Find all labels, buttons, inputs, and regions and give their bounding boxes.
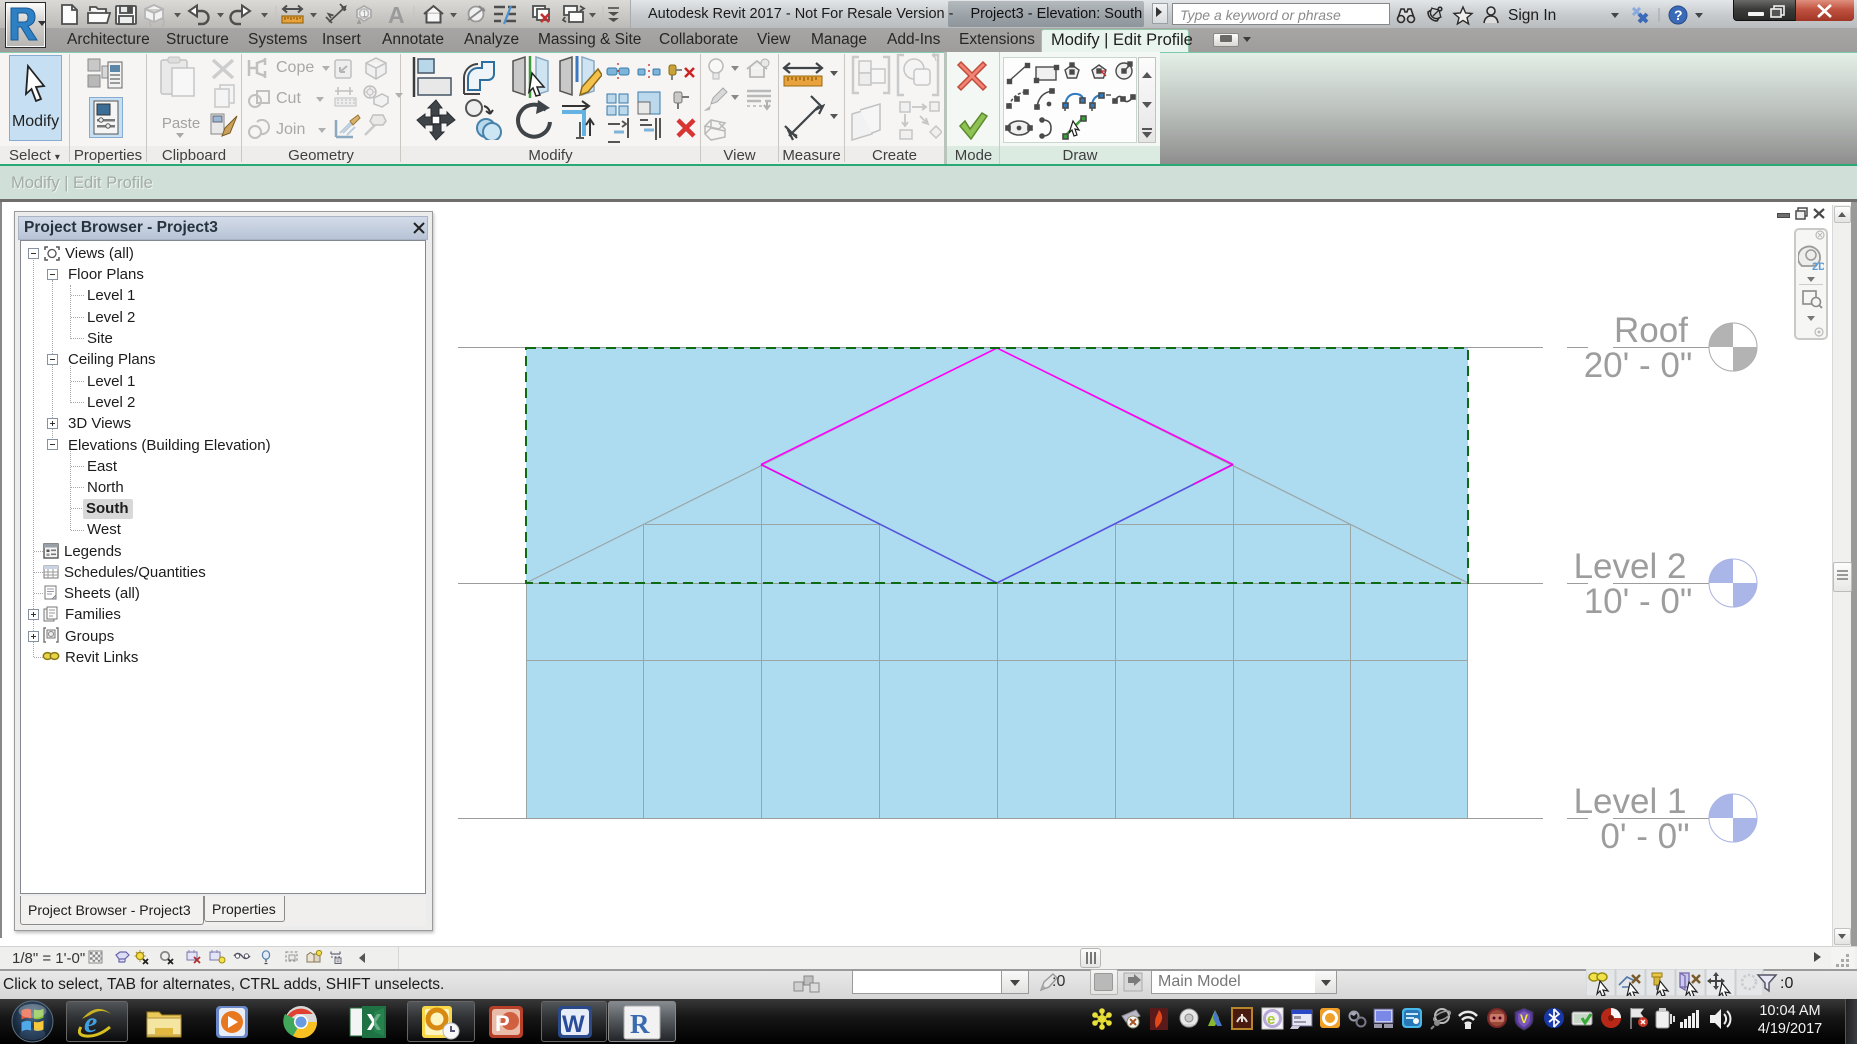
svg-text:20' - 0": 20' - 0" — [1584, 346, 1693, 385]
svg-text:W: W — [562, 1011, 585, 1038]
svg-text:e: e — [1267, 1011, 1275, 1028]
svg-text:1: 1 — [362, 9, 367, 19]
svg-text:Roof: Roof — [1614, 311, 1688, 350]
svg-text:R: R — [630, 1009, 650, 1039]
svg-text:10' - 0": 10' - 0" — [1584, 582, 1693, 621]
svg-text:V: V — [1520, 1012, 1528, 1026]
svg-text:Sign In: Sign In — [1508, 7, 1556, 24]
svg-text:?: ? — [1674, 7, 1683, 23]
svg-text:Level 2: Level 2 — [1574, 547, 1687, 586]
svg-text:P: P — [495, 1011, 510, 1036]
svg-text:2D: 2D — [1812, 261, 1824, 273]
svg-text:0' - 0": 0' - 0" — [1600, 817, 1689, 856]
svg-text:A: A — [388, 3, 405, 27]
svg-text:Level 1: Level 1 — [1574, 782, 1687, 821]
